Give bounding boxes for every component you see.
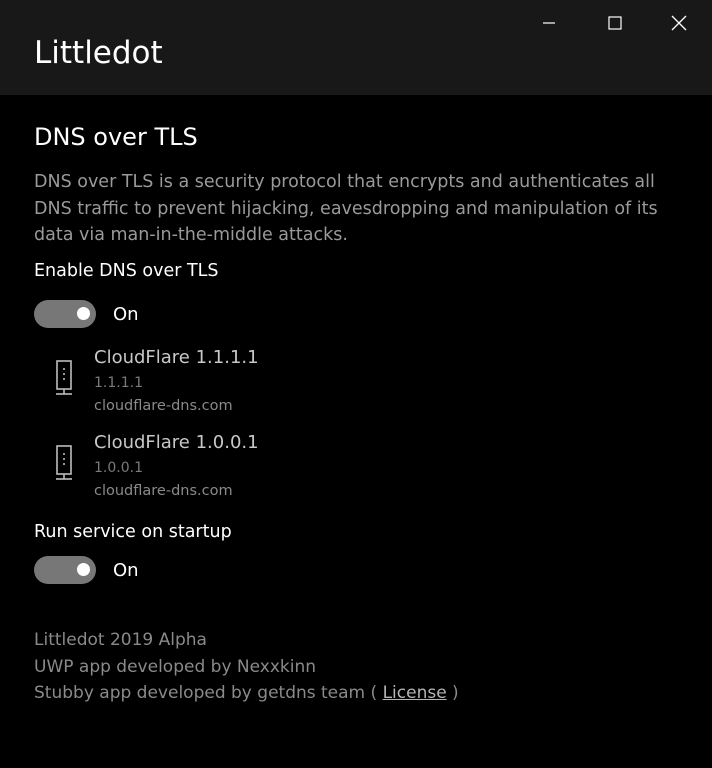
title-bar[interactable]: Littledot (0, 0, 712, 95)
footer-developer: UWP app developed by Nexxkinn (34, 656, 317, 677)
footer-version: Littledot 2019 Alpha (34, 630, 207, 650)
enable-dot-label: Enable DNS over TLS (34, 261, 219, 281)
footer-stubby-prefix: Stubby app developed by getdns team ( (34, 683, 383, 703)
close-icon (671, 15, 687, 31)
server-item-cloudflare-1111[interactable]: CloudFlare 1.1.1.1 1.1.1.1 cloudflare-dn… (52, 345, 452, 420)
startup-toggle-row: On (34, 555, 139, 585)
toggle-knob (77, 563, 90, 576)
toggle-knob (77, 307, 90, 320)
server-host: cloudflare-dns.com (94, 398, 233, 414)
minimize-button[interactable] (526, 0, 572, 46)
app-title: Littledot (34, 35, 163, 71)
footer-stubby-suffix: ) (446, 683, 459, 703)
server-name: CloudFlare 1.0.0.1 (94, 432, 259, 453)
server-host: cloudflare-dns.com (94, 483, 233, 499)
server-item-cloudflare-1001[interactable]: CloudFlare 1.0.0.1 1.0.0.1 cloudflare-dn… (52, 430, 452, 505)
enable-dot-toggle-row: On (34, 299, 139, 329)
footer-stubby: Stubby app developed by getdns team ( Li… (34, 680, 459, 707)
server-icon (56, 445, 72, 480)
section-description: DNS over TLS is a security protocol that… (34, 172, 658, 245)
server-icon (56, 360, 72, 395)
server-name: CloudFlare 1.1.1.1 (94, 347, 259, 368)
maximize-button[interactable] (592, 0, 638, 46)
footer: Littledot 2019 Alpha UWP app developed b… (34, 627, 459, 707)
server-ip: 1.0.0.1 (94, 460, 143, 476)
startup-state: On (113, 559, 139, 581)
startup-label: Run service on startup (34, 522, 232, 542)
enable-dot-state: On (113, 303, 139, 325)
app-window: Littledot DNS over TLS DNS over TLS is a… (0, 0, 712, 768)
enable-dot-toggle[interactable] (34, 300, 96, 328)
startup-toggle[interactable] (34, 556, 96, 584)
close-button[interactable] (656, 0, 702, 46)
minimize-icon (543, 22, 555, 24)
license-link[interactable]: License (383, 683, 447, 703)
server-ip: 1.1.1.1 (94, 375, 143, 391)
section-title: DNS over TLS (34, 123, 198, 151)
maximize-icon (608, 16, 622, 30)
